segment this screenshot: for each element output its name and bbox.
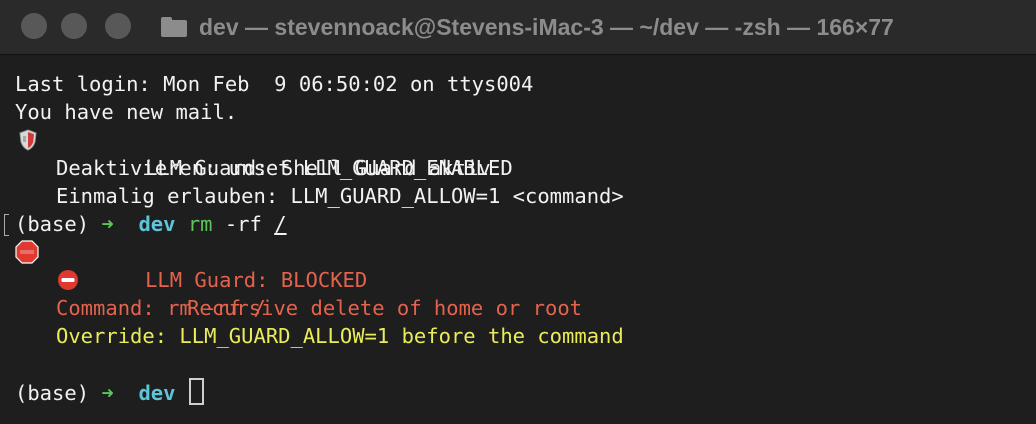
empty-line: [0, 350, 1036, 378]
mail-text: You have new mail.: [15, 100, 238, 124]
guard-banner-line3: Einmalig erlauben: LLM_GUARD_ALLOW=1 <co…: [0, 182, 1036, 210]
shield-icon: [19, 129, 37, 151]
folder-icon: [161, 17, 187, 37]
prompt-directory-2: dev: [138, 381, 176, 405]
conda-env-2: (base): [15, 381, 90, 405]
guard-banner-line1: LLM Guard: Shell Guard aktiv: [0, 126, 1036, 180]
command-target: /: [274, 212, 287, 236]
guard-banner-line2: Deaktivieren: unset LLM_GUARD_ENABLED: [0, 154, 1036, 182]
blocked-command: Command: rm -rf /: [56, 296, 266, 320]
zoom-button[interactable]: [105, 13, 131, 39]
terminal-window: dev — stevennoack@Stevens-iMac-3 — ~/dev…: [0, 0, 1036, 424]
title-bar[interactable]: dev — stevennoack@Stevens-iMac-3 — ~/dev…: [0, 0, 1036, 55]
close-button[interactable]: [21, 13, 47, 39]
text-cursor[interactable]: [188, 378, 204, 405]
mail-line: You have new mail.: [0, 98, 1036, 126]
prompt-line-1: (base) ➜ dev rm -rf /: [0, 210, 1036, 238]
window-title: dev — stevennoack@Stevens-iMac-3 — ~/dev…: [161, 11, 894, 43]
prompt-arrow-2: ➜: [101, 381, 114, 405]
minimize-button[interactable]: [61, 13, 87, 39]
mark-bracket: [4, 214, 9, 236]
blocked-reason-line: Recursive delete of home or root: [0, 266, 1036, 320]
last-login-line: Last login: Mon Feb 9 06:50:02 on ttys00…: [0, 70, 1036, 98]
no-entry-icon: [58, 270, 78, 290]
stop-sign-icon: [15, 240, 39, 264]
last-login-text: Last login: Mon Feb 9 06:50:02 on ttys00…: [15, 72, 534, 96]
conda-env: (base): [15, 212, 90, 236]
blocked-title-line: LLM Guard: BLOCKED: [0, 238, 1036, 292]
prompt-directory: dev: [138, 212, 176, 236]
prompt-arrow: ➜: [101, 212, 114, 236]
terminal-output[interactable]: Last login: Mon Feb 9 06:50:02 on ttys00…: [0, 70, 1036, 406]
override-hint: Override: LLM_GUARD_ALLOW=1 before the c…: [56, 324, 624, 348]
override-line: Override: LLM_GUARD_ALLOW=1 before the c…: [0, 322, 1036, 350]
command-args: -rf: [224, 212, 262, 236]
guard-allow-hint: Einmalig erlauben: LLM_GUARD_ALLOW=1 <co…: [56, 184, 624, 208]
guard-disable-hint: Deaktivieren: unset LLM_GUARD_ENABLED: [56, 156, 513, 180]
command-name: rm: [187, 212, 213, 236]
prompt-line-2: (base) ➜ dev: [0, 378, 1036, 406]
blocked-command-line: Command: rm -rf /: [0, 294, 1036, 322]
window-title-text: dev — stevennoack@Stevens-iMac-3 — ~/dev…: [199, 13, 894, 40]
